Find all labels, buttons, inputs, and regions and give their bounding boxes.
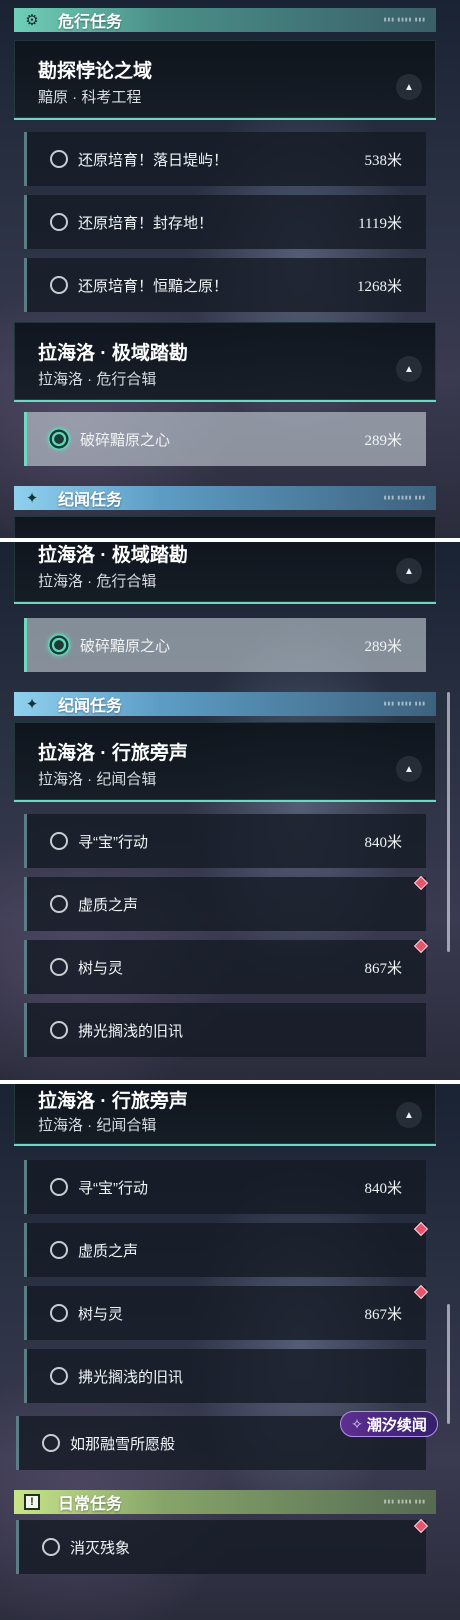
group-title: 拉海洛 · 极域踏勘 <box>38 343 188 364</box>
radio-icon[interactable] <box>50 1367 68 1385</box>
radio-icon[interactable] <box>50 895 68 913</box>
group-title: 拉海洛 · 行旅旁声 <box>38 743 188 764</box>
task-row[interactable]: 还原培育！封存地！ 1119米 <box>24 195 426 249</box>
task-distance: 867米 <box>364 960 402 977</box>
collapse-icon[interactable]: ▲ <box>396 356 422 382</box>
exclamation-icon: ! <box>24 1494 40 1510</box>
task-distance: 289米 <box>364 638 402 655</box>
quest-group-card[interactable]: 拉海洛 · 行旅旁声 拉海洛 · 纪闻合辑 ▲ <box>14 1084 436 1146</box>
group-title: 拉海洛 · 行旅旁声 <box>38 1091 188 1112</box>
quest-panel-2: 拉海洛 · 极域踏勘 拉海洛 · 危行合辑 ▲ 破碎黯原之心 289米 ✦ 纪闻… <box>0 542 460 1080</box>
decorative-tag: ▮▮▮ ▮▮▮▮ ▮▮▮ <box>383 701 426 707</box>
quest-panel-1: ⚙ 危行任务 ▮▮▮ ▮▮▮▮ ▮▮▮ 勘探悖论之域 黯原 · 科考工程 ▲ 还… <box>0 0 460 538</box>
task-name: 还原培育！落日堤屿！ <box>78 151 229 169</box>
group-subtitle: 拉海洛 · 纪闻合辑 <box>38 1117 157 1134</box>
radio-icon[interactable] <box>42 1538 60 1556</box>
section-header-story[interactable]: ✦ 纪闻任务 ▮▮▮ ▮▮▮▮ ▮▮▮ <box>14 486 436 510</box>
task-distance: 1119米 <box>358 215 402 232</box>
radio-icon[interactable] <box>50 958 68 976</box>
task-row[interactable]: 寻“宝”行动 840米 <box>24 1160 426 1214</box>
radio-icon[interactable] <box>50 150 68 168</box>
task-name: 消灭残象 <box>70 1539 131 1557</box>
group-subtitle: 黯原 · 科考工程 <box>38 89 142 106</box>
section-header-danger[interactable]: ⚙ 危行任务 ▮▮▮ ▮▮▮▮ ▮▮▮ <box>14 8 436 32</box>
scrollbar[interactable] <box>447 692 450 952</box>
collapse-icon[interactable]: ▲ <box>396 558 422 584</box>
radio-icon[interactable] <box>50 213 68 231</box>
task-row[interactable]: 还原培育！落日堤屿！ 538米 <box>24 132 426 186</box>
decorative-tag: ▮▮▮ ▮▮▮▮ ▮▮▮ <box>383 1499 426 1505</box>
task-distance: 538米 <box>364 152 402 169</box>
section-title: 纪闻任务 <box>58 492 123 509</box>
tracked-quest-icon <box>48 428 70 450</box>
task-name: 拂光搁浅的旧讯 <box>78 1368 184 1386</box>
task-name: 如那融雪所愿般 <box>70 1435 176 1453</box>
radio-icon[interactable] <box>50 1304 68 1322</box>
task-name: 寻“宝”行动 <box>78 833 148 851</box>
daily-quest-icon: ! <box>14 1490 50 1514</box>
decorative-tag: ▮▮▮ ▮▮▮▮ ▮▮▮ <box>383 495 426 501</box>
task-row[interactable]: 树与灵 867米 <box>24 940 426 994</box>
quest-group-card[interactable]: 拉海洛 · 极域踏勘 拉海洛 · 危行合辑 ▲ <box>14 542 436 604</box>
radio-icon[interactable] <box>42 1434 60 1452</box>
collapse-icon[interactable]: ▲ <box>396 1102 422 1128</box>
story-quest-icon: ✦ <box>25 696 39 713</box>
task-row-selected[interactable]: 破碎黯原之心 289米 <box>24 618 426 672</box>
task-name: 树与灵 <box>78 959 124 977</box>
quest-group-card[interactable]: 拉海洛 · 行旅旁声 拉海洛 · 纪闻合辑 ▲ <box>14 722 436 802</box>
decorative-tag: ▮▮▮ ▮▮▮▮ ▮▮▮ <box>383 17 426 23</box>
task-row[interactable]: 虚质之声 <box>24 1223 426 1277</box>
section-title: 危行任务 <box>58 14 123 31</box>
task-row[interactable]: 还原培育！恒黯之原！ 1268米 <box>24 258 426 312</box>
section-title: 纪闻任务 <box>58 698 123 715</box>
task-name: 破碎黯原之心 <box>80 637 171 655</box>
radio-icon[interactable] <box>50 276 68 294</box>
task-row[interactable]: 消灭残象 <box>16 1520 426 1574</box>
task-row[interactable]: 虚质之声 <box>24 877 426 931</box>
radio-icon[interactable] <box>50 1241 68 1259</box>
collapse-icon[interactable]: ▲ <box>396 74 422 100</box>
group-subtitle: 拉海洛 · 危行合辑 <box>38 573 157 590</box>
group-subtitle: 拉海洛 · 纪闻合辑 <box>38 771 157 788</box>
tide-icon: ✧ <box>351 1415 363 1432</box>
task-row-selected[interactable]: 破碎黯原之心 289米 <box>24 412 426 466</box>
section-header-daily[interactable]: ! 日常任务 ▮▮▮ ▮▮▮▮ ▮▮▮ <box>14 1490 436 1514</box>
tracked-quest-icon <box>48 634 70 656</box>
task-distance: 867米 <box>364 1306 402 1323</box>
task-name: 树与灵 <box>78 1305 124 1323</box>
group-title: 勘探悖论之域 <box>38 61 153 82</box>
section-header-story[interactable]: ✦ 纪闻任务 ▮▮▮ ▮▮▮▮ ▮▮▮ <box>14 692 436 716</box>
quest-group-card-partial[interactable] <box>14 516 436 538</box>
danger-quest-icon: ⚙ <box>25 12 39 29</box>
task-distance: 289米 <box>364 432 402 449</box>
quest-group-card[interactable]: 勘探悖论之域 黯原 · 科考工程 ▲ <box>14 40 436 120</box>
scrollbar[interactable] <box>447 1304 450 1424</box>
task-name: 虚质之声 <box>78 1242 139 1260</box>
task-name: 还原培育！恒黯之原！ <box>78 277 229 295</box>
quest-panel-3: 拉海洛 · 行旅旁声 拉海洛 · 纪闻合辑 ▲ 寻“宝”行动 840米 虚质之声… <box>0 1084 460 1620</box>
task-name: 还原培育！封存地！ <box>78 214 214 232</box>
task-row[interactable]: 寻“宝”行动 840米 <box>24 814 426 868</box>
task-name: 虚质之声 <box>78 896 139 914</box>
group-subtitle: 拉海洛 · 危行合辑 <box>38 371 157 388</box>
task-name: 拂光搁浅的旧讯 <box>78 1022 184 1040</box>
group-title: 拉海洛 · 极域踏勘 <box>38 545 188 566</box>
badge-label: 潮汐续闻 <box>366 1416 427 1434</box>
radio-icon[interactable] <box>50 1021 68 1039</box>
story-quest-icon: ✦ <box>25 490 39 507</box>
task-name: 破碎黯原之心 <box>80 431 171 449</box>
task-row[interactable]: 拂光搁浅的旧讯 <box>24 1003 426 1057</box>
task-distance: 1268米 <box>356 278 402 295</box>
radio-icon[interactable] <box>50 832 68 850</box>
quest-group-card[interactable]: 拉海洛 · 极域踏勘 拉海洛 · 危行合辑 ▲ <box>14 322 436 402</box>
tide-continuation-badge[interactable]: ✧ 潮汐续闻 <box>340 1411 438 1437</box>
task-distance: 840米 <box>364 834 402 851</box>
task-name: 寻“宝”行动 <box>78 1179 148 1197</box>
radio-icon[interactable] <box>50 1178 68 1196</box>
task-row[interactable]: 树与灵 867米 <box>24 1286 426 1340</box>
task-distance: 840米 <box>364 1180 402 1197</box>
task-row[interactable]: 拂光搁浅的旧讯 <box>24 1349 426 1403</box>
collapse-icon[interactable]: ▲ <box>396 756 422 782</box>
section-title: 日常任务 <box>58 1496 123 1513</box>
